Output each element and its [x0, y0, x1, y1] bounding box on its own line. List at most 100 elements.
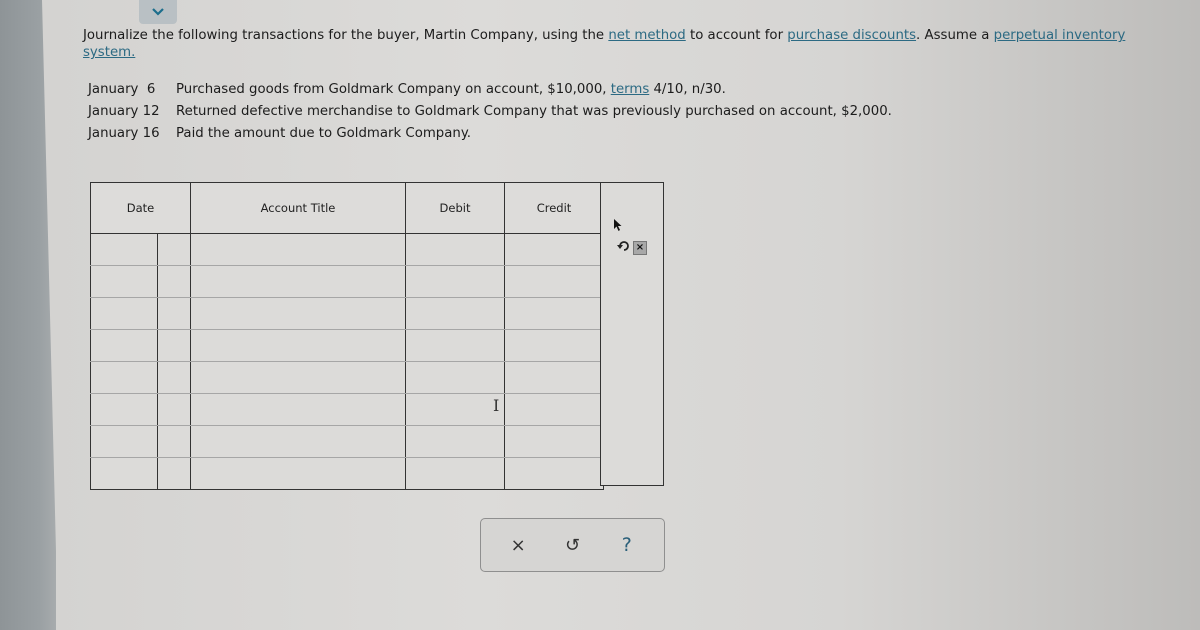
net-method-link[interactable]: net method — [608, 28, 685, 43]
date-day-input[interactable] — [158, 298, 190, 329]
debit-input[interactable] — [406, 330, 504, 361]
debit-cell — [405, 233, 505, 266]
journal-row — [90, 265, 604, 298]
journal-table-container: Date Account Title Debit Credit — [90, 182, 604, 490]
debit-cell — [405, 393, 505, 426]
transaction-list: January 6 Purchased goods from Goldmark … — [88, 79, 892, 145]
reset-button[interactable]: ↺ — [552, 527, 592, 563]
column-header-date: Date — [90, 182, 191, 234]
credit-input[interactable] — [505, 458, 603, 489]
reset-icon: ↺ — [564, 534, 581, 556]
date-month-input[interactable] — [91, 426, 157, 457]
date-month-input[interactable] — [91, 458, 157, 489]
account-title-input[interactable] — [191, 362, 405, 393]
date-month-cell — [90, 265, 158, 298]
credit-cell — [504, 329, 604, 362]
mouse-pointer-icon — [614, 219, 622, 231]
answer-controls: × ↺ ? — [480, 518, 665, 572]
text-cursor-icon: I — [493, 396, 500, 415]
date-month-input[interactable] — [91, 330, 157, 361]
account-title-cell — [190, 297, 406, 330]
date-day-input[interactable] — [158, 426, 190, 457]
credit-input[interactable] — [505, 234, 603, 265]
debit-cell — [405, 425, 505, 458]
account-title-cell — [190, 265, 406, 298]
chevron-down-icon — [152, 8, 164, 16]
credit-input[interactable] — [505, 362, 603, 393]
date-day-input[interactable] — [158, 330, 190, 361]
row-actions-column: × — [600, 182, 664, 486]
debit-input[interactable] — [406, 234, 504, 265]
debit-input[interactable] — [406, 394, 504, 425]
transaction-description: Returned defective merchandise to Goldma… — [176, 104, 892, 119]
debit-input[interactable] — [406, 458, 504, 489]
transaction-date: January 6 — [88, 82, 156, 97]
transaction-text: Purchased goods from Goldmark Company on… — [176, 82, 611, 97]
date-day-input[interactable] — [158, 234, 190, 265]
column-header-credit: Credit — [504, 182, 604, 234]
date-day-cell — [157, 233, 191, 266]
close-icon: × — [510, 534, 526, 556]
journal-row — [90, 393, 604, 426]
debit-input[interactable] — [406, 426, 504, 457]
instructions-text-1: Journalize the following transactions fo… — [83, 28, 609, 43]
date-month-input[interactable] — [91, 394, 157, 425]
debit-input[interactable] — [406, 362, 504, 393]
journal-row — [90, 233, 604, 266]
undo-icon[interactable] — [617, 240, 630, 255]
journal-row — [90, 329, 604, 362]
credit-input[interactable] — [505, 330, 603, 361]
collapse-toggle-button[interactable] — [139, 0, 177, 24]
row-action-icons: × — [617, 240, 647, 255]
debit-input[interactable] — [406, 266, 504, 297]
account-title-cell — [190, 361, 406, 394]
journal-row — [90, 361, 604, 394]
debit-input[interactable] — [406, 298, 504, 329]
transaction-item: January 12 Returned defective merchandis… — [88, 101, 892, 123]
date-month-input[interactable] — [91, 234, 157, 265]
transaction-item: January 6 Purchased goods from Goldmark … — [88, 79, 892, 101]
account-title-cell — [190, 425, 406, 458]
journal-row — [90, 297, 604, 330]
date-day-input[interactable] — [158, 394, 190, 425]
transaction-date: January 16 — [88, 126, 160, 141]
date-day-cell — [157, 361, 191, 394]
instructions-text-3: . Assume a — [916, 28, 994, 43]
delete-row-icon[interactable]: × — [633, 240, 647, 255]
terms-link[interactable]: terms — [611, 82, 650, 97]
account-title-input[interactable] — [191, 458, 405, 489]
account-title-input[interactable] — [191, 426, 405, 457]
date-month-cell — [90, 233, 158, 266]
purchase-discounts-link[interactable]: purchase discounts — [787, 28, 916, 43]
date-month-input[interactable] — [91, 298, 157, 329]
date-day-cell — [157, 297, 191, 330]
credit-input[interactable] — [505, 298, 603, 329]
date-month-cell — [90, 393, 158, 426]
date-month-input[interactable] — [91, 266, 157, 297]
account-title-input[interactable] — [191, 266, 405, 297]
instructions-text-2: to account for — [685, 28, 788, 43]
credit-cell — [504, 233, 604, 266]
account-title-cell — [190, 393, 406, 426]
date-day-input[interactable] — [158, 362, 190, 393]
instructions: Journalize the following transactions fo… — [83, 27, 1173, 61]
credit-input[interactable] — [505, 394, 603, 425]
clear-button[interactable]: × — [498, 527, 538, 563]
date-month-cell — [90, 457, 158, 490]
account-title-cell — [190, 457, 406, 490]
credit-input[interactable] — [505, 266, 603, 297]
date-month-input[interactable] — [91, 362, 157, 393]
credit-cell — [504, 457, 604, 490]
date-day-input[interactable] — [158, 458, 190, 489]
help-button[interactable]: ? — [607, 527, 647, 563]
account-title-input[interactable] — [191, 330, 405, 361]
account-title-input[interactable] — [191, 394, 405, 425]
account-title-input[interactable] — [191, 298, 405, 329]
journal-table: Date Account Title Debit Credit — [90, 182, 604, 490]
date-day-cell — [157, 457, 191, 490]
debit-cell — [405, 329, 505, 362]
date-day-input[interactable] — [158, 266, 190, 297]
account-title-input[interactable] — [191, 234, 405, 265]
credit-input[interactable] — [505, 426, 603, 457]
journal-header-row: Date Account Title Debit Credit — [90, 182, 604, 234]
